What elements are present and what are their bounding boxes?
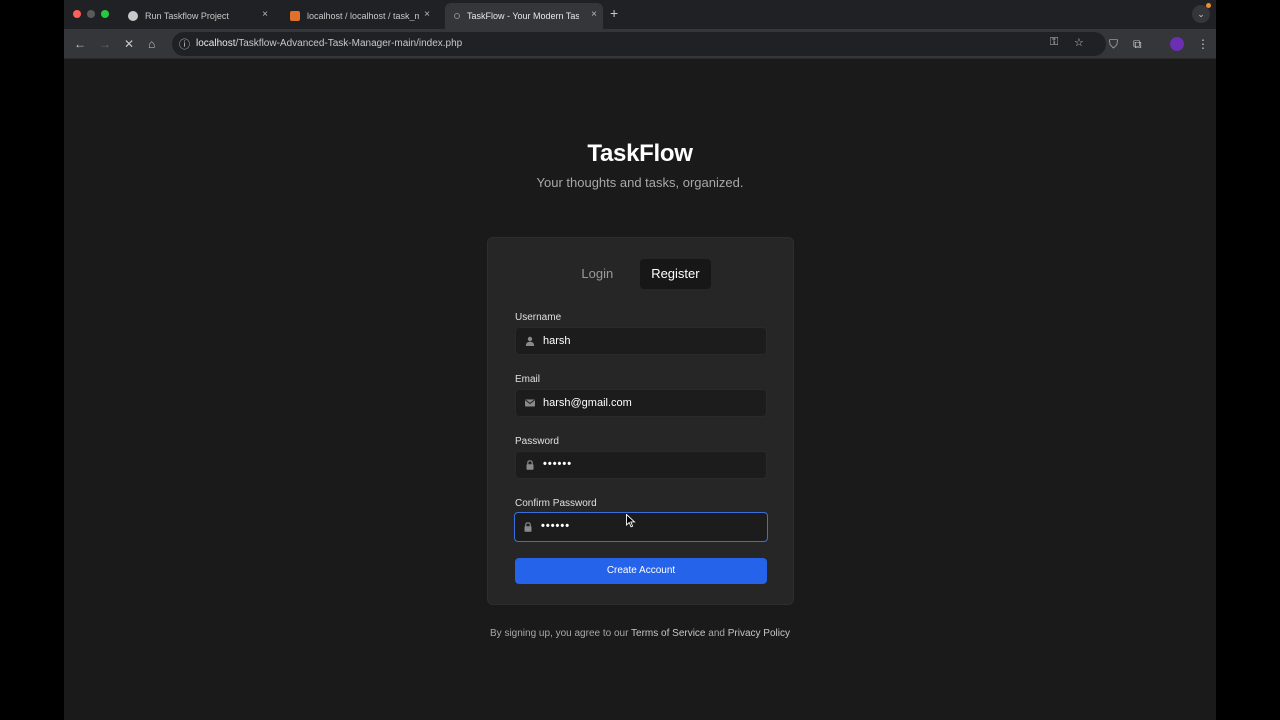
tab-register[interactable]: Register	[640, 259, 711, 289]
home-icon[interactable]: ⌂	[148, 35, 155, 53]
auth-card: Login Register Username harsh Email hars…	[487, 237, 794, 605]
new-tab-icon[interactable]: +	[610, 5, 618, 21]
close-tab-icon[interactable]: ×	[424, 9, 430, 20]
url-host: localhost	[196, 38, 236, 49]
url-path: /Taskflow-Advanced-Task-Manager-main/ind…	[235, 38, 463, 49]
email-field[interactable]: harsh@gmail.com	[515, 389, 767, 417]
confirm-password-label: Confirm Password	[515, 498, 597, 509]
minimize-window-button[interactable]	[87, 10, 95, 18]
browser-window: Run Taskflow Project × localhost / local…	[64, 0, 1216, 720]
confirm-password-field[interactable]: ••••••	[514, 512, 768, 542]
globe-icon	[128, 11, 138, 21]
notification-dot	[1206, 3, 1211, 8]
password-key-icon[interactable]: ⚿	[1050, 36, 1058, 49]
tab-strip: Run Taskflow Project × localhost / local…	[64, 0, 1216, 29]
bookmark-star-icon[interactable]: ☆	[1074, 36, 1084, 49]
site-info-icon[interactable]: ⓘ	[179, 36, 190, 52]
shield-extension-icon[interactable]: ⛉	[1109, 35, 1118, 53]
forward-icon[interactable]: →	[99, 35, 111, 53]
browser-tab-phpmyadmin[interactable]: localhost / localhost / task_m ×	[278, 3, 436, 29]
legal-prefix: By signing up, you agree to our	[490, 628, 632, 639]
mouse-cursor-icon	[626, 514, 636, 528]
password-label: Password	[515, 436, 559, 447]
user-icon	[525, 336, 535, 346]
close-tab-icon[interactable]: ×	[262, 9, 268, 20]
extensions-puzzle-icon[interactable]: ⧉	[1133, 35, 1142, 53]
auth-tabs: Login Register	[488, 259, 793, 289]
app-title: TaskFlow	[587, 140, 693, 167]
username-value: harsh	[543, 335, 571, 347]
phpmyadmin-icon	[290, 11, 300, 21]
confirm-password-value: ••••••	[541, 520, 571, 532]
tab-login[interactable]: Login	[570, 259, 624, 289]
browser-tab-taskflow[interactable]: TaskFlow - Your Modern Task ×	[445, 3, 603, 29]
app-tagline: Your thoughts and tasks, organized.	[536, 175, 744, 190]
privacy-policy-link[interactable]: Privacy Policy	[728, 628, 790, 639]
password-value: ••••••	[543, 458, 573, 470]
username-field[interactable]: harsh	[515, 327, 767, 355]
browser-menu-icon[interactable]: ⋮	[1197, 35, 1209, 53]
profile-avatar[interactable]	[1170, 37, 1184, 51]
back-icon[interactable]: ←	[74, 35, 86, 53]
legal-and: and	[705, 628, 728, 639]
lock-icon	[526, 460, 534, 470]
terms-of-service-link[interactable]: Terms of Service	[631, 628, 705, 639]
close-tab-icon[interactable]: ×	[591, 9, 597, 20]
close-window-button[interactable]	[73, 10, 81, 18]
create-account-button[interactable]: Create Account	[515, 558, 767, 584]
legal-notice: By signing up, you agree to our Terms of…	[64, 628, 1216, 639]
browser-toolbar: ← → ✕ ⌂ ⓘ localhost/Taskflow-Advanced-Ta…	[64, 29, 1216, 59]
email-label: Email	[515, 374, 541, 385]
mail-icon	[525, 399, 535, 407]
email-value: harsh@gmail.com	[543, 397, 632, 409]
password-field[interactable]: ••••••	[515, 451, 767, 479]
tab-title: Run Taskflow Project	[145, 11, 229, 21]
lock-icon	[524, 522, 532, 532]
stop-loading-icon[interactable]: ✕	[124, 35, 134, 53]
maximize-window-button[interactable]	[101, 10, 109, 18]
browser-tab-run-taskflow[interactable]: Run Taskflow Project ×	[116, 3, 274, 29]
tab-title: localhost / localhost / task_m	[307, 11, 419, 21]
username-label: Username	[515, 312, 562, 323]
loading-icon	[454, 13, 460, 19]
address-bar[interactable]: ⓘ localhost/Taskflow-Advanced-Task-Manag…	[172, 32, 1106, 56]
tab-title: TaskFlow - Your Modern Task	[467, 11, 579, 21]
url-text[interactable]: localhost/Taskflow-Advanced-Task-Manager…	[196, 38, 462, 49]
